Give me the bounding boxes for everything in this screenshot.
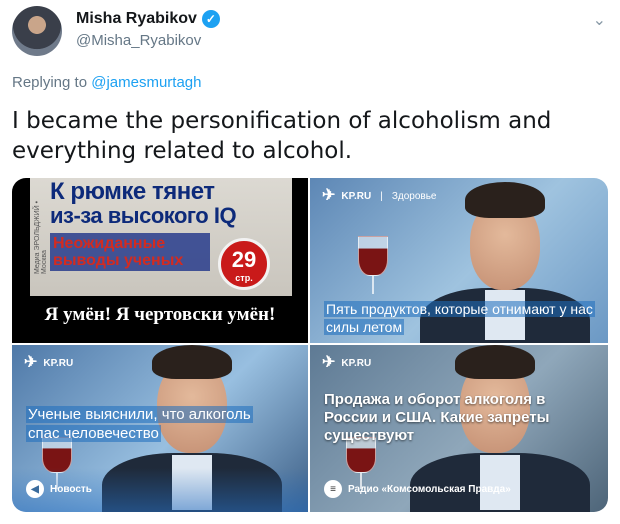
tile-1-caption: Я умён! Я чертовски умён!	[44, 304, 276, 325]
megaphone-icon: ◀	[26, 480, 44, 498]
kp-brand: ✈ KP.RU	[322, 355, 371, 371]
kp-logo-icon: ✈	[322, 354, 336, 371]
page-badge: 29 стр.	[218, 238, 270, 290]
tile-4-footer: ≡ Радио «Комсомольская Правда»	[324, 480, 511, 498]
media-tile-1[interactable]: Медиа ЭРОЛЬДЖИЙ • Москва К рюмке тянет и…	[12, 178, 308, 343]
kp-brand: ✈ KP.RU	[24, 355, 73, 371]
page-badge-number: 29	[231, 247, 257, 272]
tile-2-caption: Пять продуктов, которые отнимают у нас с…	[324, 300, 595, 336]
media-grid: Медиа ЭРОЛЬДЖИЙ • Москва К рюмке тянет и…	[12, 178, 608, 512]
avatar[interactable]	[12, 6, 62, 56]
tile-3-caption-text: Ученые выяснили, что алкоголь спас челов…	[26, 406, 253, 442]
page-badge-unit: стр.	[235, 273, 253, 283]
tile-4-footer-label: Радио «Комсомольская Правда»	[348, 483, 511, 495]
tweet-text: I became the personification of alcoholi…	[12, 108, 552, 164]
author-name[interactable]: Misha Ryabikov	[76, 10, 197, 28]
media-tile-3[interactable]: ✈ KP.RU Ученые выяснили, что алкоголь сп…	[12, 345, 308, 512]
reply-mention-link[interactable]: @jamesmurtagh	[91, 74, 201, 91]
tile-3-caption: Ученые выяснили, что алкоголь спас челов…	[26, 405, 286, 443]
kp-brand: ✈ KP.RU | Здоровье	[322, 188, 437, 204]
replying-to-label: Replying to	[12, 74, 92, 91]
media-tile-2[interactable]: ✈ KP.RU | Здоровье Пять продуктов, котор…	[310, 178, 608, 343]
author-name-row[interactable]: Misha Ryabikov ✓	[76, 10, 220, 28]
newspaper-headline-2: из-за высокого IQ	[50, 203, 237, 228]
kp-logo-icon: ✈	[322, 187, 336, 204]
chevron-down-icon[interactable]: ⌄	[593, 10, 606, 30]
newspaper-headline-1: К рюмке тянет	[50, 178, 215, 205]
kp-brand-label: KP.RU	[341, 190, 372, 202]
kp-logo-icon: ✈	[24, 354, 38, 371]
tile-3-footer: ◀ Новость	[26, 480, 92, 498]
tile-3-footer-label: Новость	[50, 483, 92, 495]
newspaper-side-text: Медиа ЭРОЛЬДЖИЙ • Москва	[34, 200, 48, 274]
tile-2-caption-text: Пять продуктов, которые отнимают у нас с…	[324, 301, 595, 335]
tile-4-caption: Продажа и оборот алкоголя в России и США…	[324, 391, 550, 444]
kp-brand-label: KP.RU	[341, 357, 372, 369]
verified-badge-icon: ✓	[201, 10, 220, 28]
media-tile-4[interactable]: ✈ KP.RU Продажа и оборот алкоголя в Росс…	[310, 345, 608, 512]
kp-brand-label: KP.RU	[43, 357, 74, 369]
brand-separator: |	[380, 190, 383, 202]
newspaper-subhead: Неожиданные выводы ученых	[50, 233, 210, 271]
author-handle[interactable]: @Misha_Ryabikov	[76, 32, 201, 49]
replying-to: Replying to @jamesmurtagh	[12, 74, 202, 91]
menu-lines-icon: ≡	[324, 480, 342, 498]
kp-category-label: Здоровье	[391, 190, 437, 202]
